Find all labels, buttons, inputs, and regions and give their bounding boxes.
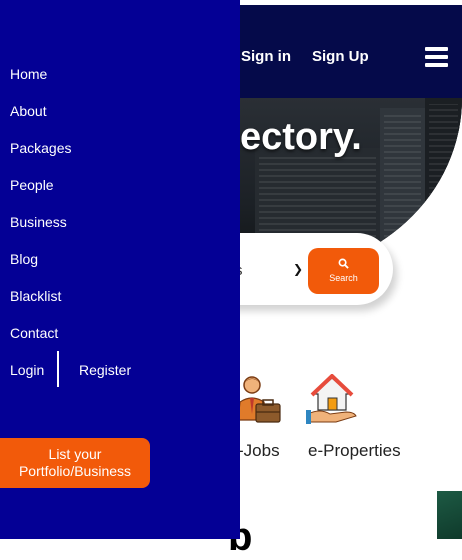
- sidebar-item-about[interactable]: About: [10, 103, 47, 119]
- sign-up-link[interactable]: Sign Up: [312, 48, 369, 65]
- cta-label-line2: Portfolio/Business: [18, 463, 132, 479]
- search-button-label: Search: [329, 273, 358, 283]
- businessman-icon: [238, 376, 281, 423]
- sidebar-item-packages[interactable]: Packages: [10, 140, 71, 156]
- sidebar-item-contact[interactable]: Contact: [10, 325, 58, 341]
- sidebar-item-people[interactable]: People: [10, 177, 54, 193]
- building-shape: [425, 98, 462, 273]
- cta-label-line1: List your: [48, 446, 102, 462]
- category-properties[interactable]: e-Properties: [308, 441, 401, 461]
- hamburger-menu-icon[interactable]: [425, 47, 448, 67]
- login-link[interactable]: Login: [10, 362, 44, 378]
- category-jobs[interactable]: -Jobs: [238, 441, 280, 461]
- sidebar-item-blog[interactable]: Blog: [10, 251, 38, 267]
- sidebar-item-home[interactable]: Home: [10, 66, 47, 82]
- search-icon: [338, 258, 349, 269]
- hero-heading-line2: ectory.: [240, 116, 362, 158]
- sidebar-item-business[interactable]: Business: [10, 214, 67, 230]
- divider: [57, 351, 59, 387]
- register-link[interactable]: Register: [79, 362, 131, 378]
- chevron-down-icon: ❯: [293, 262, 304, 276]
- house-in-hand-icon: [306, 374, 357, 424]
- listing-thumbnail[interactable]: [437, 491, 462, 539]
- search-button[interactable]: Search: [308, 248, 379, 294]
- sidebar-item-blacklist[interactable]: Blacklist: [10, 288, 61, 304]
- list-portfolio-button[interactable]: List your Portfolio/Business: [0, 438, 150, 488]
- sidebar-menu: Home About Packages People Business Blog…: [0, 0, 240, 539]
- sign-in-link[interactable]: Sign in: [241, 48, 291, 65]
